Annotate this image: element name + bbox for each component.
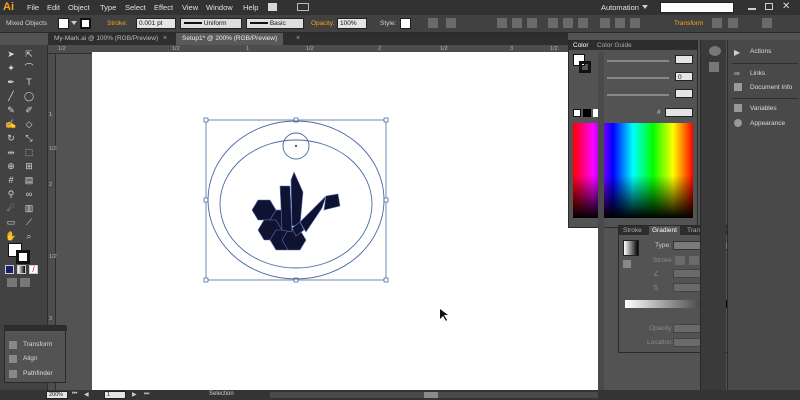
dock-variables[interactable]: Variables bbox=[750, 105, 777, 112]
align-icon bbox=[9, 355, 17, 363]
type-label: Type: bbox=[655, 242, 671, 249]
selection-handle[interactable] bbox=[203, 197, 209, 203]
color-panel: Color Color Guide R G 0 B # bbox=[568, 40, 698, 228]
vertical-scrollbar[interactable] bbox=[598, 52, 604, 390]
selection-handle[interactable] bbox=[383, 197, 389, 203]
stroke-gradient-option[interactable] bbox=[689, 256, 699, 265]
pathfinder-icon bbox=[9, 370, 17, 378]
g-slider[interactable] bbox=[607, 77, 669, 79]
links-icon: ∞ bbox=[734, 69, 740, 78]
panel-grip[interactable] bbox=[5, 326, 67, 331]
variables-icon bbox=[734, 104, 742, 112]
align-panel-button[interactable]: Align bbox=[23, 355, 37, 362]
right-dock: ▶ Actions ∞ Links Document Info Variable… bbox=[727, 40, 800, 390]
reverse-gradient-icon[interactable] bbox=[623, 260, 631, 268]
current-tool-label: Selection bbox=[209, 391, 234, 397]
opacity-label: Opacity: bbox=[649, 325, 673, 332]
r-slider[interactable] bbox=[607, 60, 669, 62]
tab-color-guide[interactable]: Color Guide bbox=[597, 42, 632, 49]
transform-icon bbox=[9, 341, 17, 349]
dock-document-info[interactable]: Document Info bbox=[750, 84, 792, 91]
g-value-field[interactable]: 0 bbox=[675, 72, 693, 81]
panel-icon-strip bbox=[700, 40, 726, 390]
location-label: Location: bbox=[647, 339, 674, 346]
dock-links[interactable]: Links bbox=[750, 70, 765, 77]
selection-handle[interactable] bbox=[383, 117, 389, 123]
mouse-cursor-icon bbox=[440, 309, 448, 321]
color-spectrum[interactable] bbox=[573, 123, 693, 218]
b-value-field[interactable] bbox=[675, 89, 693, 98]
status-bar: 200% ⏮ ◀ 1 ▶ ⏭ Selection bbox=[0, 390, 800, 400]
zoom-field[interactable]: 200% bbox=[46, 391, 68, 399]
stroke-label: Stroke: bbox=[653, 257, 674, 264]
transform-align-panel: Transform Align Pathfinder bbox=[4, 325, 67, 383]
next-artboard-icon[interactable]: ▶ bbox=[132, 391, 140, 399]
dock-divider bbox=[732, 98, 798, 99]
gradient-preview-icon[interactable] bbox=[623, 240, 639, 256]
appearance-icon bbox=[734, 119, 742, 127]
appearance-panel-icon[interactable] bbox=[709, 46, 721, 56]
aspect-ratio-icon: ⇅ bbox=[653, 285, 659, 292]
tab-stroke[interactable]: Stroke bbox=[623, 227, 642, 234]
last-artboard-icon[interactable]: ⏭ bbox=[144, 391, 152, 399]
play-icon: ▶ bbox=[734, 48, 741, 57]
tab-color[interactable]: Color bbox=[573, 42, 589, 49]
selection-handle[interactable] bbox=[383, 277, 389, 283]
stroke-gradient-option[interactable] bbox=[675, 256, 685, 265]
center-point bbox=[294, 144, 298, 148]
stroke-color-icon[interactable] bbox=[579, 61, 591, 73]
selection-handle[interactable] bbox=[203, 117, 209, 123]
dock-appearance[interactable]: Appearance bbox=[750, 120, 785, 127]
dock-actions[interactable]: Actions bbox=[750, 48, 771, 55]
dock-divider bbox=[732, 63, 798, 64]
pathfinder-panel-button[interactable]: Pathfinder bbox=[23, 370, 53, 377]
black-swatch[interactable] bbox=[583, 109, 591, 117]
mark-artwork[interactable] bbox=[251, 171, 341, 251]
color-panel-header: Color Color Guide bbox=[569, 41, 697, 50]
hex-label: # bbox=[657, 109, 661, 116]
tab-gradient[interactable]: Gradient bbox=[649, 226, 680, 235]
previous-artboard-icon[interactable]: ◀ bbox=[84, 391, 92, 399]
none-swatch[interactable] bbox=[573, 109, 581, 117]
r-value-field[interactable] bbox=[675, 55, 693, 64]
hex-field[interactable] bbox=[665, 108, 693, 117]
first-artboard-icon[interactable]: ⏮ bbox=[72, 391, 80, 399]
scrollbar-thumb[interactable] bbox=[424, 392, 438, 398]
artboard-number-field[interactable]: 1 bbox=[104, 391, 126, 399]
layers-panel-icon[interactable] bbox=[709, 62, 719, 72]
b-slider[interactable] bbox=[607, 94, 669, 96]
angle-icon: ∠ bbox=[653, 271, 660, 278]
selection-handle[interactable] bbox=[203, 277, 209, 283]
transform-panel-button[interactable]: Transform bbox=[23, 341, 52, 348]
document-info-icon bbox=[734, 83, 742, 91]
